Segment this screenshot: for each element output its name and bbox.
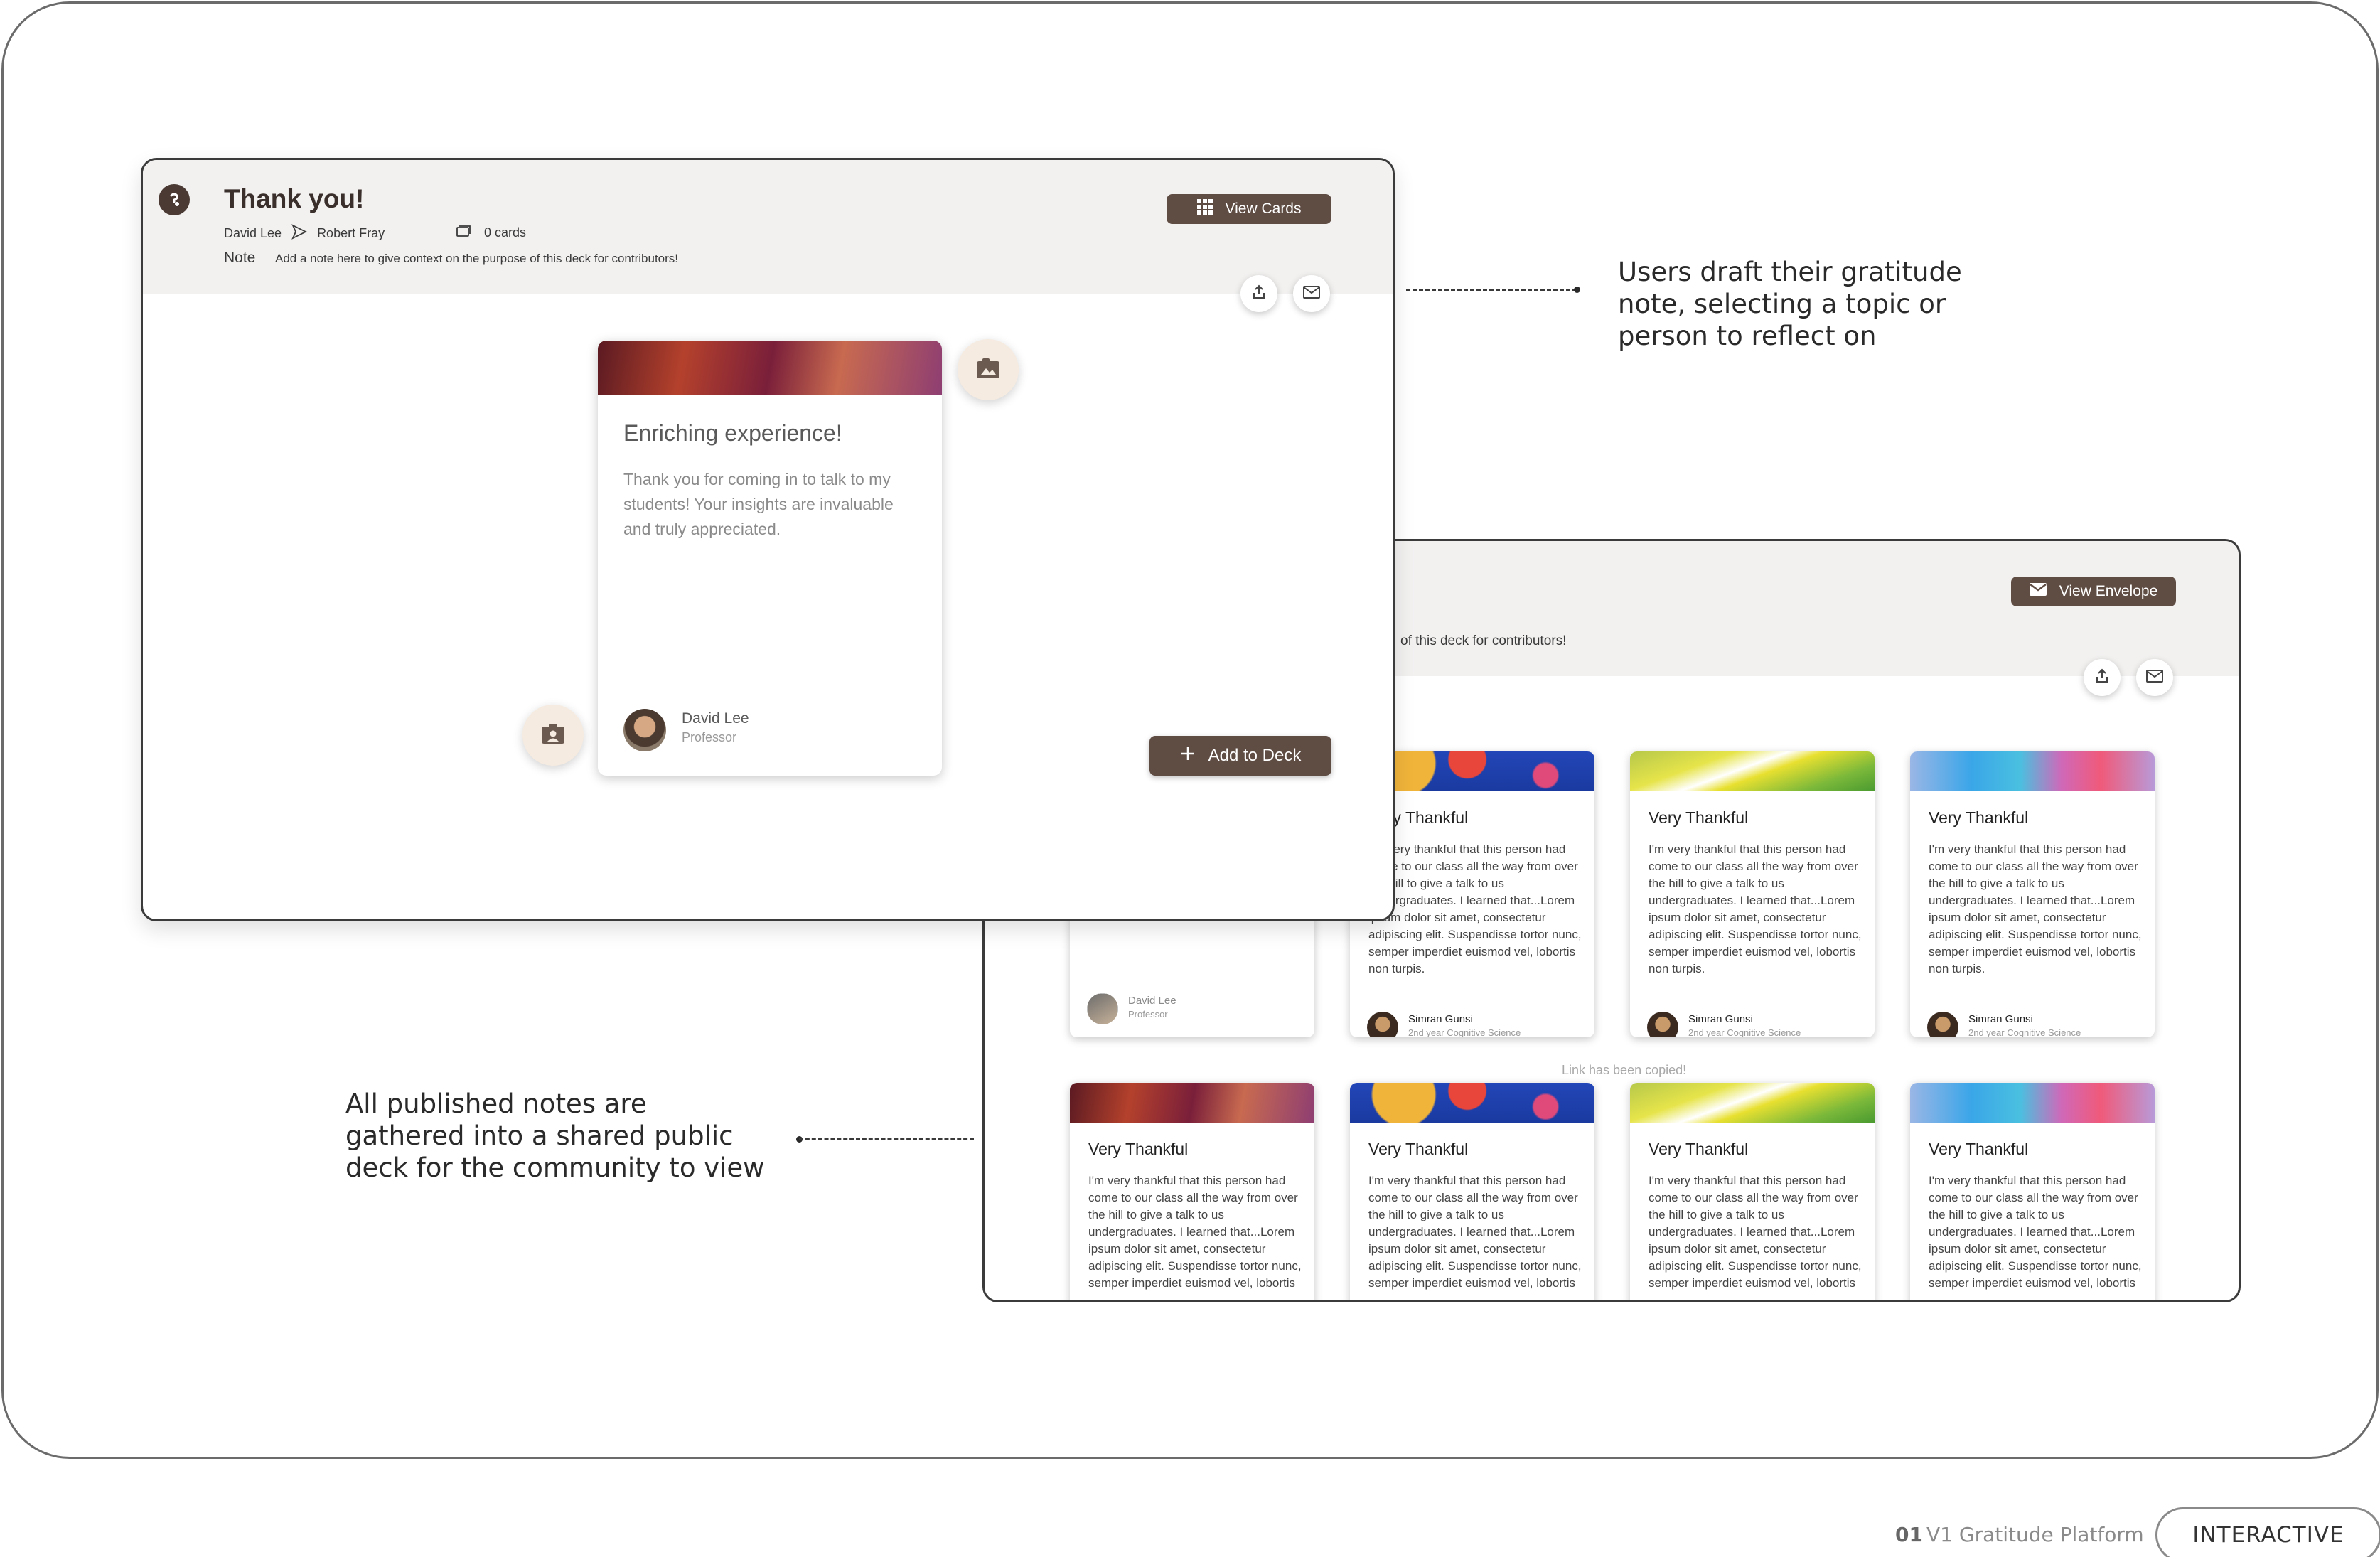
- change-image-button[interactable]: [958, 339, 1019, 400]
- card-author: David Lee: [682, 710, 749, 727]
- add-to-deck-label: Add to Deck: [1208, 746, 1302, 765]
- card-body: I'm very thankful that this person had c…: [1088, 1174, 1302, 1290]
- avatar: [1367, 1012, 1398, 1037]
- draft-card[interactable]: Enriching experience! Thank you for comi…: [598, 341, 942, 776]
- avatar: [1087, 993, 1118, 1024]
- card-role: Professor: [1128, 1009, 1168, 1020]
- card-title-input[interactable]: Enriching experience!: [623, 420, 842, 446]
- deck-note-input[interactable]: Add a note here to give context on the p…: [275, 252, 678, 266]
- card-title: Very Thankful: [1368, 1140, 1469, 1158]
- draft-note-window: Thank you! David Lee Robert Fray 0 cards…: [141, 158, 1395, 921]
- image-icon: [975, 357, 1001, 383]
- view-envelope-label: View Envelope: [2059, 583, 2158, 599]
- recipient-name: Robert Fray: [317, 226, 385, 240]
- deck-card[interactable]: Very Thankful I'm very thankful that thi…: [1350, 1083, 1594, 1300]
- card-count-text: 0 cards: [484, 225, 527, 240]
- card-banner-image: [1910, 751, 2155, 791]
- card-title: Very Thankful: [1649, 808, 1749, 827]
- section-label: V1 Gratitude Platform: [1926, 1523, 2144, 1546]
- card-author: Simran Gunsi: [1968, 1013, 2033, 1025]
- card-banner-image: [1630, 1083, 1875, 1123]
- card-role: Professor: [682, 730, 737, 744]
- annotation-connector: [799, 1138, 974, 1140]
- card-role: 2nd year Cognitive Science: [1688, 1027, 1801, 1037]
- view-cards-button[interactable]: View Cards: [1167, 194, 1331, 224]
- card-author: Simran Gunsi: [1688, 1013, 1753, 1025]
- note-label: Note: [224, 250, 256, 266]
- from-to-line: David Lee Robert Fray: [224, 224, 385, 243]
- cards-stack-icon: [456, 224, 471, 242]
- card-author: David Lee: [1128, 995, 1176, 1007]
- annotation-connector-dot: [1574, 287, 1580, 293]
- deck-title: Thank you!: [224, 184, 365, 213]
- share-icon: [1250, 284, 1267, 304]
- avatar: [1927, 1012, 1958, 1037]
- plus-icon: [1180, 746, 1196, 766]
- envelope-icon: [2029, 583, 2047, 600]
- mail-button[interactable]: [2136, 659, 2173, 696]
- card-body: I'm very thankful that this person had c…: [1929, 1174, 2142, 1290]
- card-title: Very Thankful: [1929, 1140, 2029, 1158]
- add-to-deck-button[interactable]: Add to Deck: [1149, 736, 1331, 776]
- card-body: I'm very thankful that this person had c…: [1929, 842, 2142, 975]
- card-banner-image: [1910, 1083, 2155, 1123]
- deck-annotation: All published notes are gathered into a …: [345, 1088, 765, 1183]
- mail-icon: [1302, 285, 1321, 303]
- deck-card[interactable]: Very Thankful I'm very thankful that thi…: [1910, 1083, 2155, 1300]
- card-body: I'm very thankful that this person had c…: [1368, 842, 1582, 975]
- view-cards-label: View Cards: [1225, 200, 1302, 217]
- share-button[interactable]: [2084, 659, 2121, 696]
- annotation-connector: [1406, 289, 1577, 291]
- section-number: 01: [1895, 1523, 1923, 1546]
- interactive-badge: INTERACTIVE: [2155, 1507, 2380, 1557]
- card-count: 0 cards: [456, 224, 526, 242]
- draft-annotation: Users draft their gratitude note, select…: [1618, 257, 1962, 351]
- deck-note-text: of this deck for contributors!: [1400, 633, 1567, 648]
- sender-name: David Lee: [224, 226, 282, 240]
- app-logo-icon: [159, 184, 190, 215]
- contact-icon: [540, 722, 566, 749]
- card-role: 2nd year Cognitive Science: [1968, 1027, 2081, 1037]
- send-arrow-icon: [291, 224, 308, 243]
- card-title: Very Thankful: [1649, 1140, 1749, 1158]
- card-banner-image: [1630, 751, 1875, 791]
- card-banner-image: [598, 341, 942, 395]
- card-banner-image: [1350, 1083, 1594, 1123]
- card-body: I'm very thankful that this person had c…: [1649, 842, 1862, 975]
- card-body: I'm very thankful that this person had c…: [1649, 1174, 1862, 1290]
- mail-button[interactable]: [1293, 275, 1330, 312]
- grid-icon: [1196, 199, 1213, 219]
- share-button[interactable]: [1240, 275, 1277, 312]
- card-banner-image: [1070, 1083, 1314, 1123]
- card-title: Very Thankful: [1929, 808, 2029, 827]
- avatar: [1647, 1012, 1678, 1037]
- deck-card[interactable]: Very Thankful I'm very thankful that thi…: [1630, 1083, 1875, 1300]
- deck-card[interactable]: Very Thankful I'm very thankful that thi…: [1070, 1083, 1314, 1300]
- card-body: I'm very thankful that this person had c…: [1368, 1174, 1582, 1290]
- mail-icon: [2145, 669, 2164, 687]
- view-envelope-button[interactable]: View Envelope: [2011, 577, 2176, 606]
- draft-header: Thank you! David Lee Robert Fray 0 cards…: [143, 160, 1393, 294]
- avatar: [623, 709, 666, 751]
- card-body-input[interactable]: Thank you for coming in to talk to my st…: [623, 467, 915, 542]
- deck-card[interactable]: Very Thankful I'm very thankful that thi…: [1910, 751, 2155, 1037]
- link-copied-toast: Link has been copied!: [1562, 1063, 1687, 1077]
- deck-card[interactable]: Very Thankful I'm very thankful that thi…: [1630, 751, 1875, 1037]
- card-role: 2nd year Cognitive Science: [1408, 1027, 1521, 1037]
- change-contact-button[interactable]: [522, 705, 584, 766]
- card-author: Simran Gunsi: [1408, 1013, 1473, 1025]
- card-title: Very Thankful: [1088, 1140, 1189, 1158]
- share-icon: [2094, 668, 2111, 688]
